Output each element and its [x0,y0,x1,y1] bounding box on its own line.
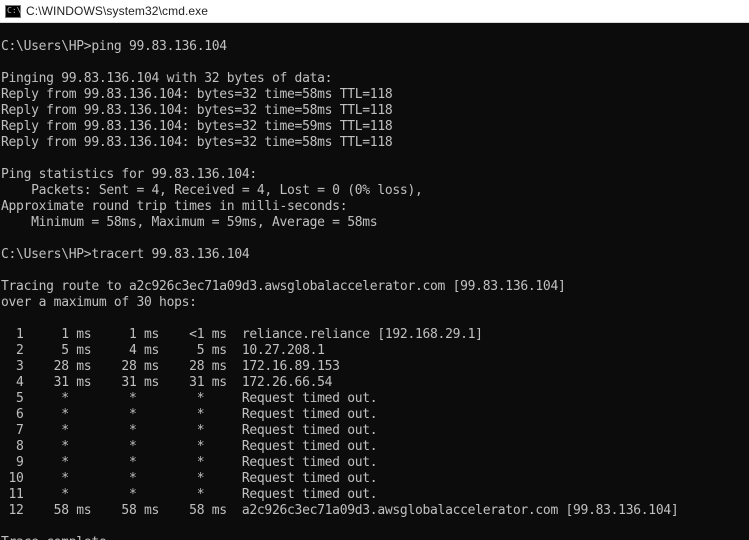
console-line: Packets: Sent = 4, Received = 4, Lost = … [1,183,423,198]
console-line: Reply from 99.83.136.104: bytes=32 time=… [1,103,393,118]
window-title: C:\WINDOWS\system32\cmd.exe [26,4,209,18]
title-bar[interactable]: C:\ C:\WINDOWS\system32\cmd.exe [0,0,749,23]
console-line: 4 31 ms 31 ms 31 ms 172.26.66.54 [1,375,333,390]
console-line: 7 * * * Request timed out. [1,423,378,438]
console-line: over a maximum of 30 hops: [1,295,197,310]
console-line: Reply from 99.83.136.104: bytes=32 time=… [1,119,393,134]
console-line: Trace complete. [1,535,749,540]
console-line: 6 * * * Request timed out. [1,407,378,422]
console-line: Minimum = 58ms, Maximum = 59ms, Average … [1,215,378,230]
console-line: 12 58 ms 58 ms 58 ms a2c926c3ec71a09d3.a… [1,503,679,518]
cmd-prompt-icon: C:\ [5,4,21,18]
console-line: C:\Users\HP>tracert 99.83.136.104 [1,247,250,262]
console-line: 8 * * * Request timed out. [1,439,378,454]
console-line: 1 1 ms 1 ms <1 ms reliance.reliance [192… [1,327,483,342]
console-line: Tracing route to a2c926c3ec71a09d3.awsgl… [1,279,566,294]
console-line: 2 5 ms 4 ms 5 ms 10.27.208.1 [1,343,325,358]
console-line: 5 * * * Request timed out. [1,391,378,406]
cmd-window: C:\ C:\WINDOWS\system32\cmd.exe C:\Users… [0,0,749,540]
console-line: 11 * * * Request timed out. [1,487,378,502]
console-line: Reply from 99.83.136.104: bytes=32 time=… [1,135,393,150]
console-line: Ping statistics for 99.83.136.104: [1,167,257,182]
console-line: Pinging 99.83.136.104 with 32 bytes of d… [1,71,333,86]
console-line: 3 28 ms 28 ms 28 ms 172.16.89.153 [1,359,340,374]
console-line: Reply from 99.83.136.104: bytes=32 time=… [1,87,393,102]
console-line: 10 * * * Request timed out. [1,471,378,486]
console-line: Approximate round trip times in milli-se… [1,199,348,214]
console-text: C:\Users\HP>ping 99.83.136.104 Pinging 99… [0,23,749,540]
console-line: C:\Users\HP>ping 99.83.136.104 [1,39,227,54]
console-line: 9 * * * Request timed out. [1,455,378,470]
console-output[interactable]: C:\Users\HP>ping 99.83.136.104 Pinging 99… [0,23,749,540]
